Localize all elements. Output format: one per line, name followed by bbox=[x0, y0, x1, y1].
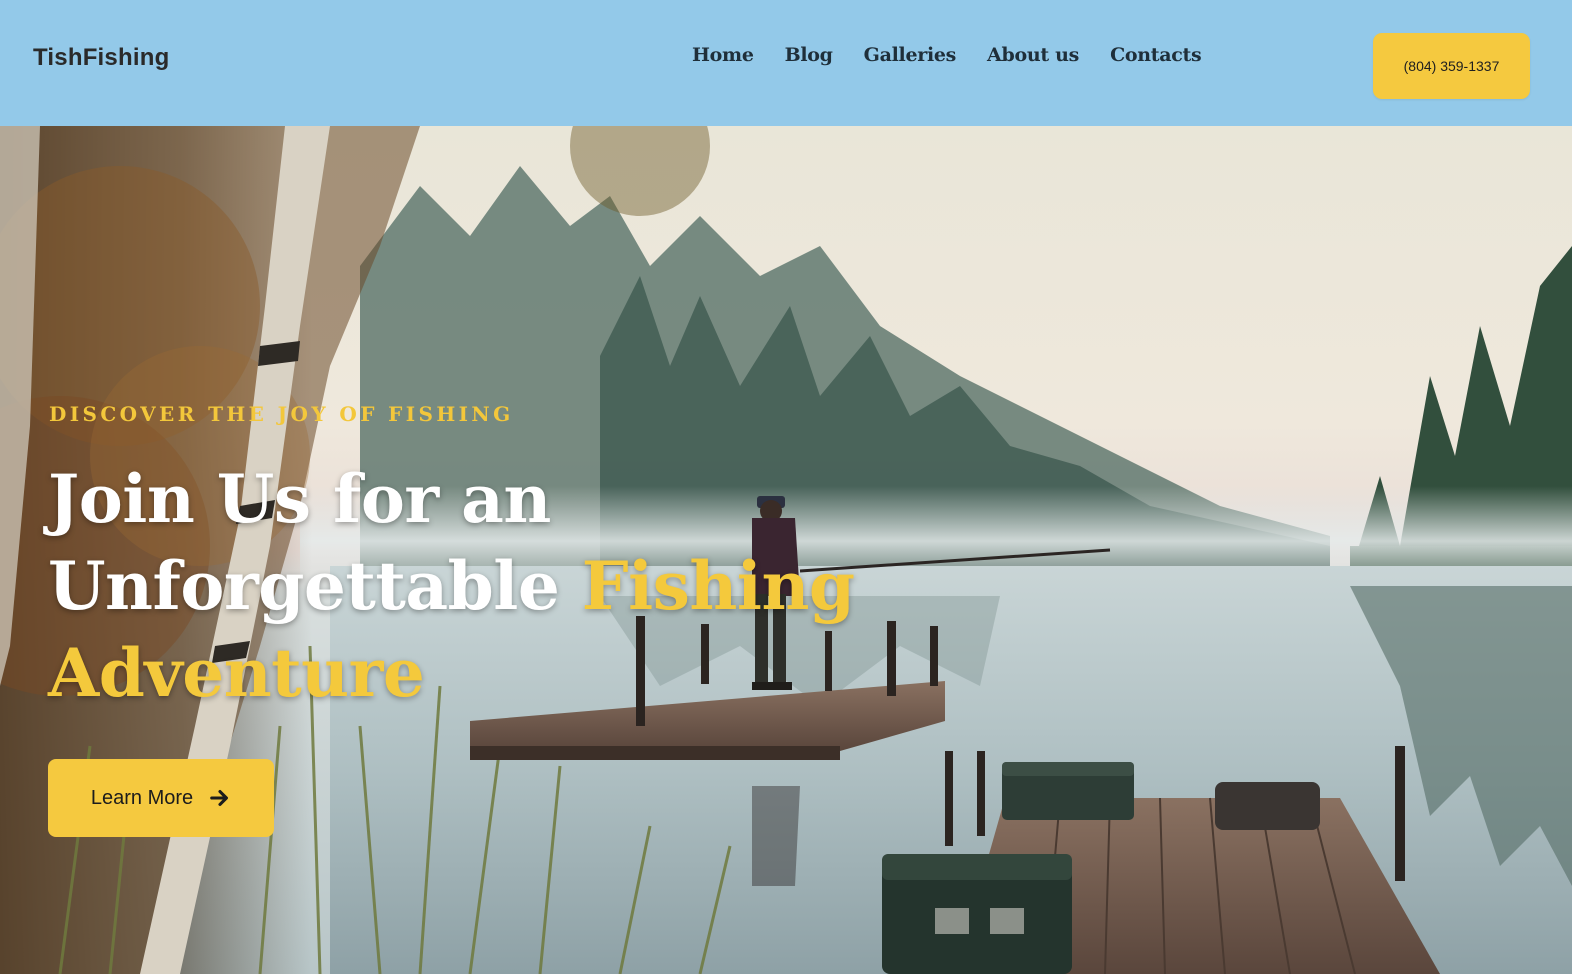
nav-blog[interactable]: Blog bbox=[785, 44, 833, 66]
nav-galleries[interactable]: Galleries bbox=[864, 44, 957, 66]
hero-headline: Join Us for an Unforgettable Fishing Adv… bbox=[48, 456, 868, 717]
nav-about-us[interactable]: About us bbox=[987, 44, 1079, 66]
headline-accent-fishing: Fishing bbox=[581, 547, 855, 625]
headline-line-2: Unforgettable bbox=[48, 547, 582, 625]
site-header: TishFishing Home Blog Galleries About us… bbox=[0, 0, 1572, 126]
hero-eyebrow: DISCOVER THE JOY OF FISHING bbox=[49, 402, 514, 426]
hero-section: DISCOVER THE JOY OF FISHING Join Us for … bbox=[0, 126, 1572, 974]
phone-button[interactable]: (804) 359-1337 bbox=[1373, 33, 1530, 99]
headline-accent-adventure: Adventure bbox=[48, 634, 425, 712]
learn-more-button[interactable]: Learn More bbox=[48, 759, 274, 837]
learn-more-label: Learn More bbox=[90, 786, 194, 809]
main-nav: Home Blog Galleries About us Contacts bbox=[692, 44, 1202, 66]
nav-contacts[interactable]: Contacts bbox=[1110, 44, 1202, 66]
nav-home[interactable]: Home bbox=[692, 44, 754, 66]
site-logo[interactable]: TishFishing bbox=[33, 44, 169, 72]
arrow-right-icon bbox=[209, 787, 231, 809]
headline-line-1: Join Us for an bbox=[48, 460, 551, 538]
